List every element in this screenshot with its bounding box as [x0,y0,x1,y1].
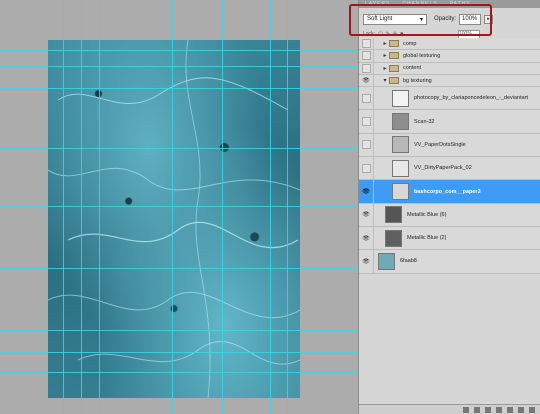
expand-arrow-icon[interactable]: ▸ [381,52,389,59]
trash-icon[interactable] [529,406,535,413]
new-layer-icon[interactable] [518,406,524,413]
layer-name: comp [403,40,417,47]
folder-icon [389,52,399,60]
layers-panel: LAYERS CHANNELS PATHS Soft Light ▾ Opaci… [358,0,540,414]
layer-style-icon[interactable] [474,406,480,413]
layer-group-row[interactable]: ▸ global texturing [359,50,540,63]
layer-name: photocopy_by_clariaponcedeleon_-_deviant… [414,95,529,102]
layer-row[interactable]: VV_PaperDotsSingle [359,133,540,158]
layer-row[interactable]: 👁 bashcorpo_com__paper3 [359,180,540,204]
eye-icon[interactable]: 👁 [359,180,374,203]
visibility-toggle[interactable] [359,62,374,74]
layer-name: VV_PaperDotsSingle [414,141,466,148]
panel-footer [359,404,540,414]
layer-row[interactable]: Scan-32 [359,110,540,134]
layer-name: global texturing [403,52,441,59]
layer-name: content [403,65,422,72]
layer-group-row[interactable]: 👁 ▾ bg texturing [359,74,540,88]
document-canvas[interactable] [48,40,300,398]
layer-group-row[interactable]: ▸ comp [359,38,540,51]
layer-thumbnail [392,113,409,131]
layer-name: VV_DirtyPaperPack_02 [414,165,472,172]
layer-row[interactable]: VV_DirtyPaperPack_02 [359,157,540,181]
guide-horizontal[interactable] [0,148,358,149]
document-canvas-area[interactable] [0,0,358,414]
guide-horizontal[interactable] [0,372,358,373]
guide-horizontal[interactable] [0,50,358,51]
expand-arrow-icon[interactable]: ▸ [381,40,389,47]
add-mask-icon[interactable] [485,406,491,413]
guide-horizontal[interactable] [0,268,358,269]
eye-icon[interactable]: 👁 [359,226,374,250]
layer-thumbnail [392,183,409,201]
guide-horizontal[interactable] [0,66,358,67]
layer-name: Metallic Blue (6) [407,211,447,218]
layers-list: ▸ comp ▸ global texturing ▸ content 👁 ▾ bg textu… [359,38,540,274]
visibility-toggle[interactable] [359,110,374,133]
expand-arrow-icon[interactable]: ▸ [381,65,389,72]
layer-name: bg texturing [403,77,432,84]
layer-row[interactable]: 👁 Metallic Blue (6) [359,203,540,227]
visibility-toggle[interactable] [359,50,374,62]
visibility-toggle[interactable] [359,38,374,50]
folder-icon [389,40,399,48]
layer-row[interactable]: photocopy_by_clariaponcedeleon_-_deviant… [359,87,540,111]
layer-name: Scan-32 [414,118,435,125]
visibility-toggle[interactable] [359,133,374,157]
layer-row[interactable]: 👁 Metallic Blue (2) [359,226,540,251]
visibility-toggle[interactable] [359,157,374,180]
folder-icon [389,64,399,72]
layer-row[interactable]: 👁 6faab8 [359,250,540,274]
layer-group-row[interactable]: ▸ content [359,62,540,75]
folder-icon [389,77,399,85]
layer-thumbnail [378,252,395,270]
guide-horizontal[interactable] [0,88,358,89]
guide-horizontal[interactable] [0,330,358,331]
collapse-arrow-icon[interactable]: ▾ [381,77,389,84]
texture-veins [48,40,300,398]
guide-horizontal[interactable] [0,206,358,207]
adjustment-layer-icon[interactable] [496,406,502,413]
layer-name: 6faab8 [400,258,417,265]
link-layers-icon[interactable] [463,406,469,413]
layer-thumbnail [385,206,402,224]
layer-name: bashcorpo_com__paper3 [414,188,481,195]
eye-icon[interactable]: 👁 [359,74,374,87]
layer-thumbnail [392,89,409,107]
visibility-toggle[interactable] [359,87,374,110]
layer-thumbnail [385,229,402,247]
new-group-icon[interactable] [507,406,513,413]
eye-icon[interactable]: 👁 [359,203,374,226]
annotation-highlight-box [349,4,492,36]
layer-thumbnail [392,159,409,177]
guide-horizontal[interactable] [0,352,358,353]
eye-icon[interactable]: 👁 [359,250,374,273]
layer-name: Metallic Blue (2) [407,235,447,242]
layer-thumbnail [392,136,409,154]
